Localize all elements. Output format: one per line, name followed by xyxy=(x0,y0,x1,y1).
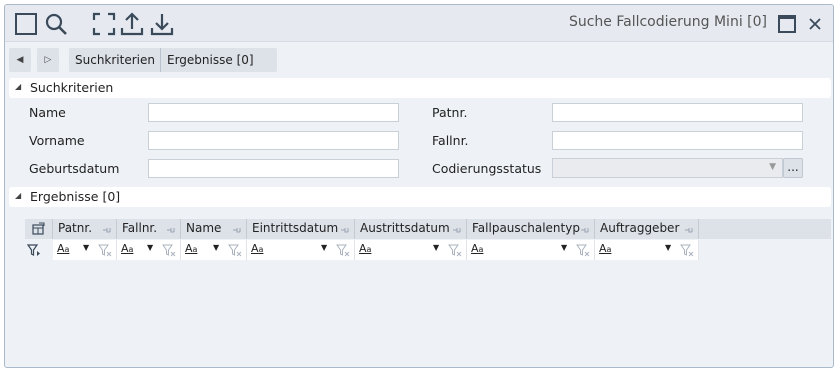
fallnr-label: Fallnr. xyxy=(432,133,469,148)
section-header-suchkriterien[interactable]: ◢ Suchkriterien xyxy=(9,78,831,98)
collapse-triangle-icon[interactable]: ◢ xyxy=(15,191,21,200)
text-filter-icon[interactable]: Aa xyxy=(57,242,69,255)
collapse-triangle-icon[interactable]: ◢ xyxy=(15,82,21,91)
column-header-label: Austrittsdatum xyxy=(360,221,450,235)
filter-cell-fallpauschalentyp[interactable]: Aa ▼ xyxy=(467,240,595,260)
filter-cell-patnr[interactable]: Aa ▼ xyxy=(53,240,117,260)
codierungsstatus-select[interactable]: ▼ xyxy=(552,158,783,178)
chevron-down-icon[interactable]: ▼ xyxy=(147,243,153,252)
pin-icon[interactable] xyxy=(102,224,112,234)
patnr-label: Patnr. xyxy=(432,105,468,120)
nav-back-button[interactable]: ◀ xyxy=(9,48,31,72)
column-header-name[interactable]: Name xyxy=(181,219,247,239)
column-chooser-cell xyxy=(25,219,53,239)
grid-filter-row: Aa ▼ Aa ▼ Aa ▼ Aa ▼ Aa ▼ Aa ▼ Aa ▼ xyxy=(25,240,831,260)
column-header-auftraggeber[interactable]: Auftraggeber xyxy=(595,219,699,239)
text-filter-icon[interactable]: Aa xyxy=(599,242,611,255)
clear-filter-icon[interactable] xyxy=(162,243,176,257)
window-title: Suche Fallcodierung Mini [0] xyxy=(568,14,767,30)
square-icon[interactable] xyxy=(13,11,39,37)
name-label: Name xyxy=(29,105,66,120)
triangle-left-icon: ◀ xyxy=(16,55,24,65)
title-bar: Suche Fallcodierung Mini [0] xyxy=(5,5,833,42)
filter-cell-austrittsdatum[interactable]: Aa ▼ xyxy=(355,240,467,260)
section-navigation: ◀ ▷ Suchkriterien Ergebnisse [0] xyxy=(9,48,277,72)
column-header-patnr[interactable]: Patnr. xyxy=(53,219,117,239)
name-input[interactable] xyxy=(148,103,399,122)
pin-icon[interactable] xyxy=(166,224,176,234)
text-filter-icon[interactable]: Aa xyxy=(185,242,197,255)
breadcrumb: Suchkriterien Ergebnisse [0] xyxy=(69,48,277,72)
pin-icon[interactable] xyxy=(232,224,242,234)
grid-header: Patnr. Fallnr. Name Eintrittsdatum Austr… xyxy=(25,219,831,239)
geburtsdatum-input[interactable] xyxy=(148,159,399,178)
column-header-fallpauschalentyp[interactable]: Fallpauschalentyp xyxy=(467,219,595,239)
dialog-window: Suche Fallcodierung Mini [0] ◀ ▷ Suchkri… xyxy=(4,4,834,368)
column-header-label: Patnr. xyxy=(58,221,93,235)
pin-icon[interactable] xyxy=(684,224,694,234)
more-options-button[interactable]: ... xyxy=(783,158,803,178)
search-icon[interactable] xyxy=(43,11,69,37)
column-header-label: Fallnr. xyxy=(122,221,158,235)
filter-cell-name[interactable]: Aa ▼ xyxy=(181,240,247,260)
pin-icon[interactable] xyxy=(452,224,462,234)
column-header-label: Auftraggeber xyxy=(600,221,680,235)
column-header-label: Eintrittsdatum xyxy=(252,221,339,235)
patnr-input[interactable] xyxy=(552,103,803,122)
chevron-down-icon[interactable]: ▼ xyxy=(433,243,439,252)
nav-forward-button[interactable]: ▷ xyxy=(37,48,59,72)
section-header-ergebnisse[interactable]: ◢ Ergebnisse [0] xyxy=(9,187,831,207)
text-filter-icon[interactable]: Aa xyxy=(121,242,133,255)
download-icon[interactable] xyxy=(149,11,175,37)
clear-filter-icon[interactable] xyxy=(228,243,242,257)
clear-filter-icon[interactable] xyxy=(576,243,590,257)
text-filter-icon[interactable]: Aa xyxy=(251,242,263,255)
chevron-down-icon[interactable]: ▼ xyxy=(561,243,567,252)
column-header-austrittsdatum[interactable]: Austrittsdatum xyxy=(355,219,467,239)
crumb-suchkriterien[interactable]: Suchkriterien xyxy=(69,48,160,72)
triangle-right-icon: ▷ xyxy=(44,55,52,65)
pin-icon[interactable] xyxy=(340,224,350,234)
column-header-label: Name xyxy=(186,221,222,235)
crumb-ergebnisse[interactable]: Ergebnisse [0] xyxy=(160,48,259,72)
filter-cell-eintrittsdatum[interactable]: Aa ▼ xyxy=(247,240,355,260)
upload-icon[interactable] xyxy=(119,11,145,37)
column-header-fallnr[interactable]: Fallnr. xyxy=(117,219,181,239)
filter-row-icon[interactable] xyxy=(26,243,41,257)
geburtsdatum-label: Geburtsdatum xyxy=(29,161,120,176)
chevron-down-icon[interactable]: ▼ xyxy=(321,243,327,252)
vorname-label: Vorname xyxy=(29,133,85,148)
text-filter-icon[interactable]: Aa xyxy=(359,242,371,255)
chevron-down-icon[interactable]: ▼ xyxy=(665,243,671,252)
chevron-down-icon[interactable]: ▼ xyxy=(83,243,89,252)
text-filter-icon[interactable]: Aa xyxy=(471,242,483,255)
column-chooser-icon[interactable] xyxy=(31,222,45,236)
fallnr-input[interactable] xyxy=(552,131,803,150)
clear-filter-icon[interactable] xyxy=(98,243,112,257)
codierungsstatus-label: Codierungsstatus xyxy=(432,161,542,176)
fullscreen-icon[interactable] xyxy=(91,11,117,37)
column-header-eintrittsdatum[interactable]: Eintrittsdatum xyxy=(247,219,355,239)
chevron-down-icon[interactable]: ▼ xyxy=(213,243,219,252)
chevron-down-icon: ▼ xyxy=(769,162,776,172)
section-title: Ergebnisse [0] xyxy=(30,189,121,204)
section-title: Suchkriterien xyxy=(30,80,114,95)
clear-filter-icon[interactable] xyxy=(336,243,350,257)
filter-cell-fallnr[interactable]: Aa ▼ xyxy=(117,240,181,260)
maximize-icon[interactable] xyxy=(777,14,797,34)
filter-cell-auftraggeber[interactable]: Aa ▼ xyxy=(595,240,699,260)
vorname-input[interactable] xyxy=(148,131,399,150)
clear-filter-icon[interactable] xyxy=(448,243,462,257)
pin-icon[interactable] xyxy=(580,224,590,234)
column-header-label: Fallpauschalentyp xyxy=(472,221,580,235)
close-icon[interactable] xyxy=(805,14,825,34)
clear-filter-icon[interactable] xyxy=(680,243,694,257)
